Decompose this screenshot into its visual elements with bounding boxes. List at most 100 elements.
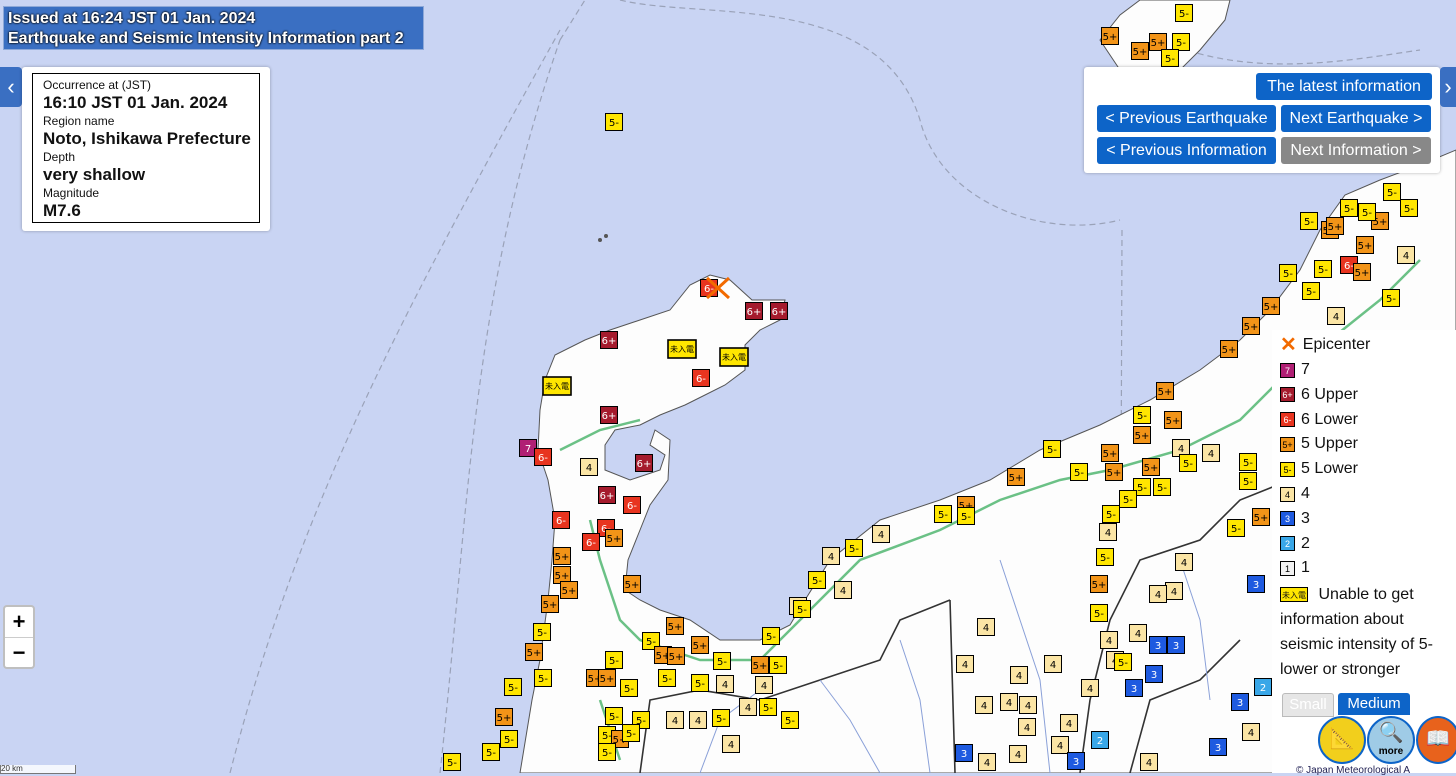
station-intensity-marker[interactable]: 5- [1239, 453, 1257, 471]
station-intensity-marker[interactable]: 4 [1009, 745, 1027, 763]
collapse-right-panel-button[interactable]: › [1440, 67, 1456, 107]
station-intensity-marker[interactable]: 4 [1081, 679, 1099, 697]
station-intensity-marker[interactable]: 5+ [553, 566, 571, 584]
station-intensity-marker[interactable]: 5- [1314, 260, 1332, 278]
station-intensity-marker[interactable]: 4 [1165, 582, 1183, 600]
station-intensity-marker[interactable]: 4 [956, 655, 974, 673]
station-intensity-marker[interactable]: 4 [1019, 696, 1037, 714]
previous-information-button[interactable]: < Previous Information [1097, 137, 1276, 164]
station-intensity-marker[interactable]: 5+ [560, 581, 578, 599]
station-intensity-marker[interactable]: 4 [1044, 655, 1062, 673]
station-intensity-marker[interactable]: 5+ [1262, 297, 1280, 315]
station-intensity-marker[interactable]: 5- [691, 674, 709, 692]
station-intensity-marker[interactable]: 3 [955, 744, 973, 762]
station-intensity-marker[interactable]: 5- [605, 651, 623, 669]
station-intensity-marker[interactable]: 4 [1018, 718, 1036, 736]
station-intensity-marker[interactable]: 4 [722, 735, 740, 753]
station-intensity-marker[interactable]: 3 [1067, 752, 1085, 770]
station-intensity-marker[interactable]: 5- [443, 753, 461, 771]
medium-size-button[interactable]: Medium [1338, 693, 1410, 715]
station-intensity-marker[interactable]: 5+ [553, 547, 571, 565]
station-intensity-marker[interactable]: 5- [1070, 463, 1088, 481]
station-intensity-marker[interactable]: 5- [1383, 183, 1401, 201]
station-intensity-marker[interactable]: 5- [1239, 472, 1257, 490]
station-intensity-marker[interactable]: 5- [1043, 440, 1061, 458]
station-intensity-marker[interactable]: 6+ [635, 454, 653, 472]
station-intensity-marker[interactable]: 6- [534, 448, 552, 466]
station-intensity-marker[interactable]: 6- [552, 511, 570, 529]
station-intensity-marker[interactable]: 5+ [1142, 458, 1160, 476]
station-intensity-marker[interactable]: 6- [700, 279, 718, 297]
station-intensity-marker[interactable]: 6- [623, 496, 641, 514]
station-intensity-marker[interactable]: 5- [534, 669, 552, 687]
station-intensity-marker[interactable]: 5- [1114, 653, 1132, 671]
station-intensity-marker[interactable]: 5- [1161, 49, 1179, 67]
station-intensity-marker[interactable]: 5- [605, 113, 623, 131]
station-intensity-marker[interactable]: 5- [500, 730, 518, 748]
station-intensity-marker[interactable]: 3 [1231, 693, 1249, 711]
station-intensity-marker[interactable]: 4 [1129, 624, 1147, 642]
station-intensity-marker[interactable]: 4 [1327, 307, 1345, 325]
station-intensity-marker[interactable]: 5+ [1326, 217, 1344, 235]
station-intensity-marker[interactable]: 5+ [1101, 27, 1119, 45]
station-intensity-marker[interactable]: 5+ [1101, 444, 1119, 462]
station-intensity-marker[interactable]: 4 [580, 458, 598, 476]
station-intensity-marker[interactable]: 2 [1091, 731, 1109, 749]
station-intensity-marker[interactable]: 4 [1051, 736, 1069, 754]
station-intensity-marker[interactable]: 5- [934, 505, 952, 523]
station-intensity-marker[interactable]: 5- [713, 652, 731, 670]
station-intensity-marker[interactable]: 5- [1172, 33, 1190, 51]
station-intensity-marker[interactable]: 未入電 [667, 339, 697, 359]
station-intensity-marker[interactable]: 6- [692, 369, 710, 387]
station-intensity-marker[interactable]: 4 [975, 696, 993, 714]
station-intensity-marker[interactable]: 3 [1209, 738, 1227, 756]
station-intensity-marker[interactable]: 4 [1010, 666, 1028, 684]
station-intensity-marker[interactable]: 5- [1090, 604, 1108, 622]
station-intensity-marker[interactable]: 4 [978, 753, 996, 771]
info-book-button[interactable]: 📖 [1416, 716, 1456, 764]
station-intensity-marker[interactable]: 5- [1300, 212, 1318, 230]
station-intensity-marker[interactable]: 5+ [605, 529, 623, 547]
station-intensity-marker[interactable]: 4 [689, 711, 707, 729]
station-intensity-marker[interactable]: 5- [759, 698, 777, 716]
station-intensity-marker[interactable]: 未入電 [719, 347, 749, 367]
station-intensity-marker[interactable]: 5- [1119, 490, 1137, 508]
station-intensity-marker[interactable]: 5- [808, 571, 826, 589]
station-intensity-marker[interactable]: 5+ [541, 595, 559, 613]
station-intensity-marker[interactable]: 6+ [745, 302, 763, 320]
station-intensity-marker[interactable]: 4 [834, 581, 852, 599]
station-intensity-marker[interactable]: 3 [1149, 636, 1167, 654]
station-intensity-marker[interactable]: 5+ [666, 617, 684, 635]
station-intensity-marker[interactable]: 5+ [1252, 508, 1270, 526]
station-intensity-marker[interactable]: 5- [1096, 548, 1114, 566]
station-intensity-marker[interactable]: 5+ [598, 669, 616, 687]
station-intensity-marker[interactable]: 5- [1102, 505, 1120, 523]
station-intensity-marker[interactable]: 5- [769, 656, 787, 674]
station-intensity-marker[interactable]: 5+ [1242, 317, 1260, 335]
station-intensity-marker[interactable]: 4 [1242, 723, 1260, 741]
station-intensity-marker[interactable]: 5+ [1220, 340, 1238, 358]
station-intensity-marker[interactable]: 6+ [598, 486, 616, 504]
station-intensity-marker[interactable]: 4 [716, 675, 734, 693]
station-intensity-marker[interactable]: 5+ [667, 647, 685, 665]
small-size-button[interactable]: Small [1282, 693, 1334, 717]
station-intensity-marker[interactable]: 5- [1153, 478, 1171, 496]
latest-information-button[interactable]: The latest information [1256, 73, 1432, 100]
station-intensity-marker[interactable]: 5- [598, 743, 616, 761]
station-intensity-marker[interactable]: 5+ [495, 708, 513, 726]
station-intensity-marker[interactable]: 4 [1175, 553, 1193, 571]
station-intensity-marker[interactable]: 5- [762, 627, 780, 645]
station-intensity-marker[interactable]: 5- [1227, 519, 1245, 537]
next-earthquake-button[interactable]: Next Earthquake > [1281, 105, 1431, 132]
station-intensity-marker[interactable]: 2 [1254, 678, 1272, 696]
station-intensity-marker[interactable]: 5+ [1164, 411, 1182, 429]
station-intensity-marker[interactable]: 4 [872, 525, 890, 543]
station-intensity-marker[interactable]: 5+ [1156, 382, 1174, 400]
station-intensity-marker[interactable]: 5+ [525, 643, 543, 661]
collapse-left-panel-button[interactable]: ‹ [0, 67, 22, 107]
previous-earthquake-button[interactable]: < Previous Earthquake [1097, 105, 1276, 132]
station-intensity-marker[interactable]: 5+ [1356, 236, 1374, 254]
station-intensity-marker[interactable]: 4 [1000, 693, 1018, 711]
station-intensity-marker[interactable]: 3 [1145, 665, 1163, 683]
station-intensity-marker[interactable]: 4 [977, 618, 995, 636]
